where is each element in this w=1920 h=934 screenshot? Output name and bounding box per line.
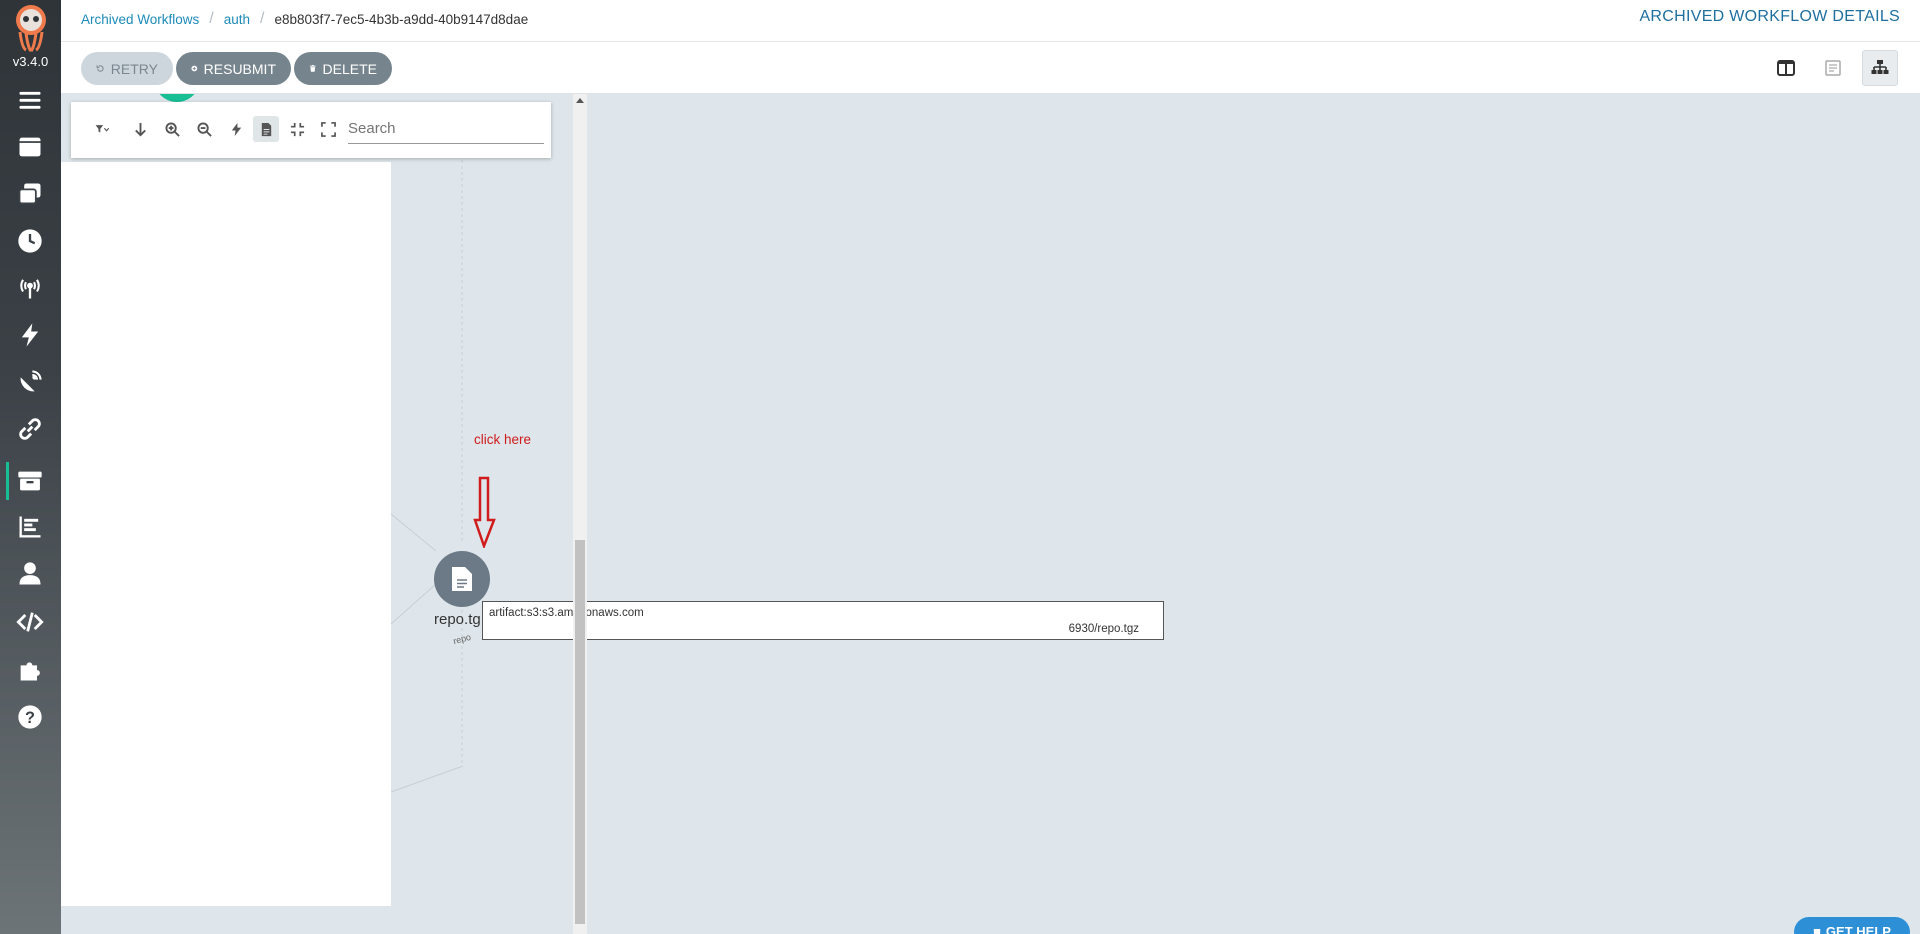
puzzle-piece-icon[interactable] — [14, 654, 46, 686]
tooltip-artifact-path: 6930/repo.tgz — [1068, 623, 1139, 635]
active-indicator — [6, 462, 9, 500]
scroll-up-arrow[interactable] — [576, 98, 584, 103]
breadcrumb-namespace[interactable]: auth — [224, 12, 250, 27]
search-input[interactable] — [348, 114, 544, 144]
node-label: repo.tg — [434, 611, 481, 628]
zoom-out-icon[interactable] — [191, 116, 217, 142]
file-alt-icon — [452, 567, 472, 591]
retry-button[interactable]: RETRY — [81, 52, 173, 85]
bolt-icon[interactable] — [14, 319, 46, 351]
delete-label: DELETE — [322, 60, 377, 77]
breadcrumb-workflow-id: e8b803f7-7ec5-4b3b-a9dd-40b9147d8dae — [274, 11, 529, 27]
link-icon[interactable] — [14, 413, 46, 445]
bolt-icon[interactable] — [223, 116, 249, 142]
undo-icon — [96, 65, 104, 72]
code-icon[interactable] — [14, 606, 46, 638]
list-alt-icon — [1825, 60, 1841, 76]
workflow-templates-icon[interactable] — [14, 178, 46, 210]
broadcast-tower-icon[interactable] — [14, 272, 46, 304]
filter-icon[interactable] — [85, 116, 119, 142]
retry-label: RETRY — [110, 60, 158, 77]
annotation-text: click here — [474, 432, 532, 447]
compress-icon[interactable] — [284, 116, 310, 142]
graph-view-button[interactable] — [1862, 50, 1898, 86]
archive-icon[interactable] — [14, 465, 46, 497]
zoom-in-icon[interactable] — [159, 116, 185, 142]
graph-toolbar — [71, 102, 551, 158]
chart-bar-icon[interactable] — [14, 511, 46, 543]
expand-icon[interactable] — [315, 116, 341, 142]
version-label: v3.4.0 — [12, 54, 49, 69]
page-title: ARCHIVED WORKFLOW DETAILS — [1639, 8, 1900, 25]
arrow-down-icon[interactable] — [127, 116, 153, 142]
columns-icon — [1777, 60, 1795, 76]
menu-icon[interactable] — [14, 84, 46, 116]
file-icon[interactable] — [253, 116, 279, 142]
breadcrumb-archived-workflows[interactable]: Archived Workflows — [81, 12, 199, 27]
graph-scrollbar[interactable] — [573, 94, 587, 934]
comment-icon: ■ — [1813, 924, 1821, 934]
user-icon[interactable] — [14, 558, 46, 590]
top-header: Archived Workflows / auth / e8b803f7-7ec… — [61, 0, 1920, 42]
trash-icon — [309, 64, 316, 72]
split-view-button[interactable] — [1768, 50, 1804, 86]
artifact-node[interactable] — [434, 551, 490, 607]
breadcrumb: Archived Workflows / auth / e8b803f7-7ec… — [81, 10, 529, 27]
argo-logo-icon — [16, 5, 46, 52]
clock-icon[interactable] — [14, 225, 46, 257]
delete-button[interactable]: DELETE — [294, 52, 392, 85]
scrollbar-thumb[interactable] — [575, 540, 585, 924]
tooltip-artifact-url: artifact:s3:s3.amazonaws.com — [489, 607, 644, 619]
resubmit-button[interactable]: RESUBMIT — [176, 52, 291, 85]
workflows-icon[interactable] — [14, 131, 46, 163]
get-help-label: GET HELP — [1825, 924, 1891, 934]
get-help-button[interactable]: ■ GET HELP — [1794, 917, 1910, 934]
question-circle-icon[interactable]: ? — [14, 701, 46, 733]
sitemap-icon — [1871, 60, 1889, 74]
plus-circle-icon — [191, 65, 198, 72]
red-arrow-annotation — [473, 476, 496, 548]
svg-text:?: ? — [25, 709, 35, 727]
satellite-dish-icon[interactable] — [14, 366, 46, 398]
resubmit-label: RESUBMIT — [203, 60, 276, 77]
sidebar: v3.4.0 ? — [0, 0, 61, 934]
action-toolbar: RETRY RESUBMIT DELETE — [61, 42, 1920, 94]
list-view-button[interactable] — [1815, 50, 1851, 86]
